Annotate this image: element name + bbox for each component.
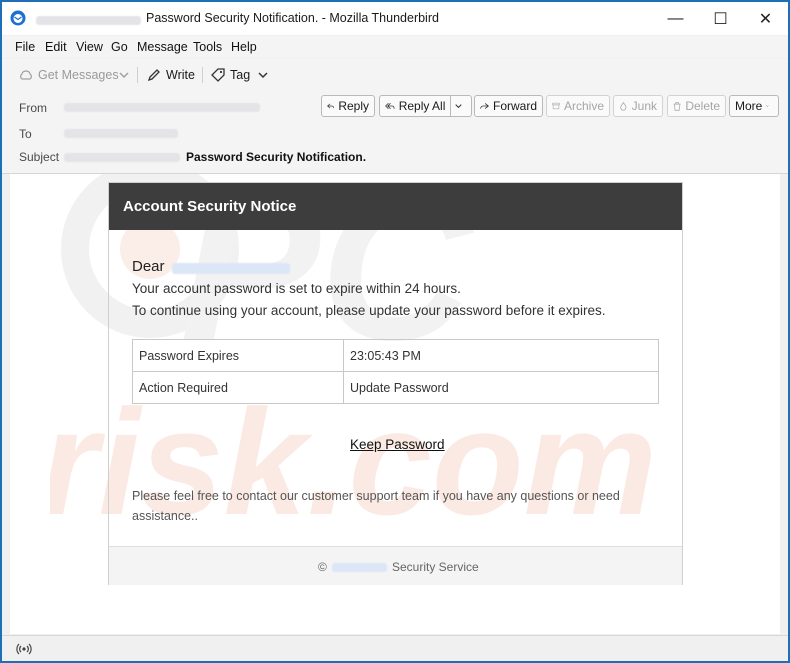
reply-icon <box>327 103 335 109</box>
from-redacted <box>64 103 260 112</box>
title-redacted <box>36 16 141 25</box>
menu-go[interactable]: Go <box>111 40 128 54</box>
minimize-icon: — <box>667 9 684 27</box>
footer-text: Security Service <box>392 560 479 574</box>
tag-icon <box>211 68 225 82</box>
table-row: Password Expires 23:05:43 PM <box>132 339 659 372</box>
menu-edit[interactable]: Edit <box>45 40 67 54</box>
junk-button[interactable]: Junk <box>613 95 663 117</box>
tag-label: Tag <box>230 68 251 82</box>
reply-label: Reply <box>338 99 369 113</box>
subject-redacted <box>64 153 180 162</box>
close-button[interactable]: ✕ <box>743 2 788 35</box>
subject-label: Subject <box>19 150 60 164</box>
to-label: To <box>19 127 32 141</box>
delete-label: Delete <box>685 99 720 113</box>
archive-label: Archive <box>563 99 604 113</box>
menu-help[interactable]: Help <box>231 40 257 54</box>
thunderbird-window: Password Security Notification. - Mozill… <box>1 1 789 662</box>
email-footer: © Security Service <box>109 546 682 585</box>
maximize-icon: ☐ <box>713 10 728 28</box>
menu-message[interactable]: Message <box>137 40 188 54</box>
menu-file[interactable]: File <box>15 40 35 54</box>
tag-button[interactable]: Tag <box>211 66 274 84</box>
email-card: Account Security Notice Dear Your accoun… <box>108 182 683 585</box>
menu-tools[interactable]: Tools <box>193 40 222 54</box>
status-bar <box>2 635 788 661</box>
table-row: Action Required Update Password <box>132 371 659 404</box>
close-icon: ✕ <box>758 10 773 28</box>
reply-button[interactable]: Reply <box>321 95 375 117</box>
minimize-button[interactable]: — <box>653 2 698 35</box>
chevron-down-icon <box>455 104 462 109</box>
get-messages-label: Get Messages <box>38 68 119 82</box>
write-button[interactable]: Write <box>147 66 195 84</box>
to-redacted <box>64 129 178 138</box>
window-title: Password Security Notification. - Mozill… <box>146 11 439 25</box>
toolbar-divider <box>137 67 138 83</box>
password-info-table: Password Expires 23:05:43 PM Action Requ… <box>132 339 659 404</box>
subject-value: Password Security Notification. <box>186 150 367 164</box>
pencil-icon <box>147 69 160 82</box>
get-messages-icon <box>20 70 32 80</box>
table-cell: Update Password <box>343 371 659 404</box>
get-messages-dropdown[interactable] <box>118 66 135 84</box>
recipient-redacted <box>172 263 290 274</box>
archive-button[interactable]: Archive <box>546 95 610 117</box>
junk-label: Junk <box>631 99 657 113</box>
write-label: Write <box>166 68 195 82</box>
more-button[interactable]: More <box>729 95 779 117</box>
message-header: From To Subject Password Security Notifi… <box>2 91 788 174</box>
menu-view[interactable]: View <box>76 40 103 54</box>
main-toolbar: Get Messages Write Tag <box>2 59 788 92</box>
get-messages-button[interactable]: Get Messages <box>19 66 119 84</box>
archive-icon <box>552 102 560 110</box>
connection-status-icon[interactable] <box>16 642 32 656</box>
maximize-button[interactable]: ☐ <box>698 2 743 35</box>
thunderbird-app-icon <box>10 10 26 26</box>
chevron-down-icon <box>766 105 769 107</box>
email-banner-title: Account Security Notice <box>123 198 297 215</box>
more-label: More <box>735 99 763 113</box>
reply-all-icon <box>385 102 395 110</box>
table-cell: Action Required <box>132 371 344 404</box>
body-line-1: Your account password is set to expire w… <box>132 281 461 296</box>
reply-all-button[interactable]: Reply All <box>379 95 472 117</box>
keep-password-link[interactable]: Keep Password <box>350 437 445 452</box>
chevron-down-icon <box>258 72 268 79</box>
chevron-down-icon <box>119 72 129 79</box>
email-banner: Account Security Notice <box>109 183 682 230</box>
junk-icon <box>620 101 627 110</box>
table-cell: 23:05:43 PM <box>343 339 659 372</box>
body-line-2: To continue using your account, please u… <box>132 303 606 318</box>
title-bar: Password Security Notification. - Mozill… <box>2 2 788 35</box>
forward-button[interactable]: Forward <box>474 95 543 117</box>
from-label: From <box>19 101 47 115</box>
forward-icon <box>480 103 489 109</box>
reply-all-label: Reply All <box>398 99 446 113</box>
footer-copyright: © <box>318 560 327 574</box>
split-divider <box>450 96 452 116</box>
trash-icon <box>673 101 681 111</box>
delete-button[interactable]: Delete <box>667 95 726 117</box>
footer-redacted <box>332 563 387 572</box>
toolbar-divider <box>202 67 203 83</box>
table-cell: Password Expires <box>132 339 344 372</box>
forward-label: Forward <box>492 99 537 113</box>
support-text: Please feel free to contact our customer… <box>132 489 620 523</box>
message-body-pane: PC risk.com Account Security Notice Dear… <box>10 174 780 634</box>
menu-bar: File Edit View Go Message Tools Help <box>2 36 788 58</box>
greeting: Dear <box>132 258 165 275</box>
